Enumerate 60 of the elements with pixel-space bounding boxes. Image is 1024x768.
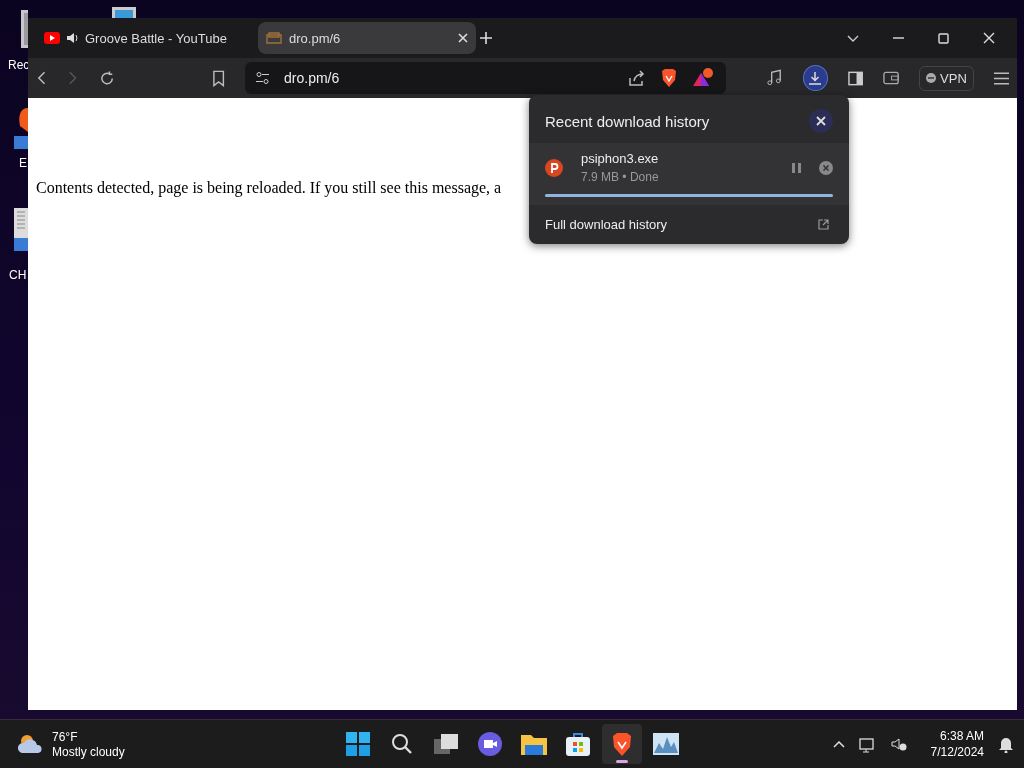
file-logo-icon (545, 158, 563, 177)
speaker-muted-icon[interactable] (890, 737, 907, 751)
lion-shield-icon[interactable] (611, 731, 633, 757)
file-name: psiphon3.exe (581, 151, 660, 166)
folder-icon[interactable] (521, 733, 547, 755)
close-icon (816, 116, 826, 126)
clock-time[interactable]: 6:38 AM (939, 729, 984, 743)
shield-icon (926, 73, 937, 83)
close-button[interactable] (809, 109, 833, 133)
weather-condition[interactable]: Mostly cloudy (52, 744, 125, 759)
windows-icon[interactable] (434, 733, 458, 755)
triangle-icon[interactable] (692, 68, 714, 88)
wallet-icon[interactable] (882, 71, 900, 85)
open-external-icon[interactable] (818, 219, 829, 230)
vpn-button[interactable]: VPN (919, 65, 974, 91)
network-icon[interactable] (858, 735, 877, 753)
file-details: 7.9 MB • Done (581, 170, 660, 184)
download-icon (808, 71, 823, 85)
chevron-down-icon[interactable] (847, 34, 859, 42)
sidebar-icon[interactable] (847, 70, 863, 86)
page-message: Contents detected, page is being reloaded. If you still see this message, a (36, 179, 502, 197)
shortcut-icon[interactable] (14, 208, 28, 252)
panel-title: Recent download history (545, 112, 710, 130)
search-icon[interactable] (391, 733, 413, 755)
clock-date[interactable]: 7/12/2024 (930, 745, 984, 759)
close-icon[interactable] (458, 33, 468, 43)
bookmark-icon[interactable] (211, 69, 226, 87)
maximize-icon[interactable] (938, 32, 949, 44)
shortcut-icon[interactable] (14, 106, 28, 150)
download-item[interactable]: psiphon3.exe 7.9 MB • Done (529, 143, 849, 205)
video-logo-icon (44, 32, 60, 44)
start-icon[interactable] (346, 732, 370, 756)
downloads-button[interactable] (803, 65, 828, 91)
share-icon[interactable] (628, 69, 646, 87)
reload-icon[interactable] (98, 69, 115, 87)
back-icon[interactable] (36, 70, 48, 86)
music-icon[interactable] (766, 69, 784, 87)
cancel-icon[interactable] (819, 160, 833, 175)
desktop-icon-label[interactable]: E (19, 156, 27, 170)
pause-icon[interactable] (792, 162, 801, 173)
menu-icon[interactable] (993, 71, 1009, 85)
speaker-icon[interactable] (67, 33, 78, 43)
full-history-link[interactable]: Full download history (545, 217, 668, 232)
site-settings-icon[interactable] (255, 71, 271, 85)
taskbar-app[interactable] (602, 724, 642, 764)
close-icon[interactable] (983, 32, 995, 44)
desktop-icon-label[interactable]: Rec (8, 58, 30, 72)
browser-tab[interactable]: Groove Battle - YouTube (36, 22, 254, 54)
cloud-icon[interactable] (18, 734, 44, 754)
bell-icon[interactable] (998, 735, 1014, 753)
weather-temperature[interactable]: 76°F (52, 729, 125, 744)
video-chat-icon[interactable] (478, 732, 502, 756)
address-field[interactable]: dro.pm/6 (245, 62, 726, 94)
browser-tab[interactable]: dro.pm/6 (258, 22, 476, 54)
store-icon[interactable] (566, 732, 590, 756)
lion-shield-icon[interactable] (660, 68, 678, 88)
sofa-icon (266, 32, 282, 44)
desktop-icon-label[interactable]: CH (9, 268, 27, 282)
chevron-up-icon[interactable] (832, 740, 845, 748)
new-tab-icon[interactable] (480, 32, 492, 44)
